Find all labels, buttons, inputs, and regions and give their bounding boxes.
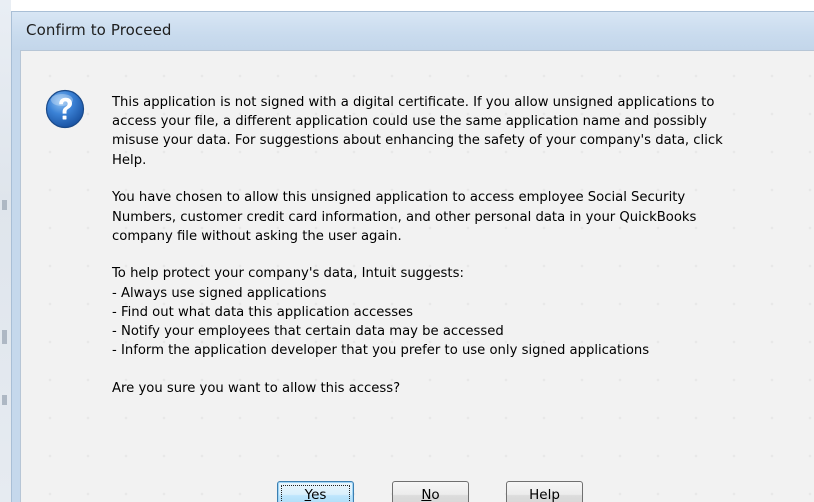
suggestion-item: - Always use signed applications <box>112 285 327 301</box>
message-line: This application is not signed with a di… <box>112 95 715 110</box>
question-icon <box>45 89 85 129</box>
window-title: Confirm to Proceed <box>26 21 172 39</box>
backdrop-mark <box>2 200 7 210</box>
confirm-question: Are you sure you want to allow this acce… <box>112 380 401 396</box>
suggestion-item: - Find out what data this application ac… <box>112 304 414 320</box>
backdrop-mark <box>2 330 7 344</box>
message-line: You have chosen to allow this unsigned a… <box>112 190 686 206</box>
backdrop-mark <box>2 395 7 405</box>
no-mnemonic: N <box>421 487 432 502</box>
message-paragraph-access: You have chosen to allow this unsigned a… <box>112 188 802 246</box>
message-text: This application is not signed with a di… <box>112 93 802 417</box>
suggestions-block: To help protect your company's data, Int… <box>112 264 802 360</box>
confirm-dialog: Confirm to Proceed This application is n… <box>11 11 814 502</box>
help-label: Help <box>529 487 560 502</box>
no-label-rest: o <box>431 487 440 502</box>
yes-label-rest: es <box>311 487 327 502</box>
screen: Confirm to Proceed This application is n… <box>0 0 814 502</box>
message-line: Numbers, customer credit card informatio… <box>112 209 697 225</box>
message-line: misuse your data. For suggestions about … <box>112 133 723 149</box>
message-line: Help. <box>112 152 147 168</box>
yes-button[interactable]: Yes <box>277 481 354 502</box>
message-line: access your file, a different applicatio… <box>112 114 707 130</box>
help-button[interactable]: Help <box>506 481 583 502</box>
no-button[interactable]: No <box>392 481 469 502</box>
suggestions-intro: To help protect your company's data, Int… <box>112 266 464 282</box>
suggestion-item: - Notify your employees that certain dat… <box>112 324 504 340</box>
dialog-body: This application is not signed with a di… <box>20 50 814 502</box>
message-line: company file without asking the user aga… <box>112 228 402 244</box>
title-bar[interactable]: Confirm to Proceed <box>12 12 814 50</box>
message-paragraph-unsigned: This application is not signed with a di… <box>112 93 802 170</box>
suggestion-item: - Inform the application developer that … <box>112 343 650 359</box>
background-window-edge <box>0 0 11 502</box>
